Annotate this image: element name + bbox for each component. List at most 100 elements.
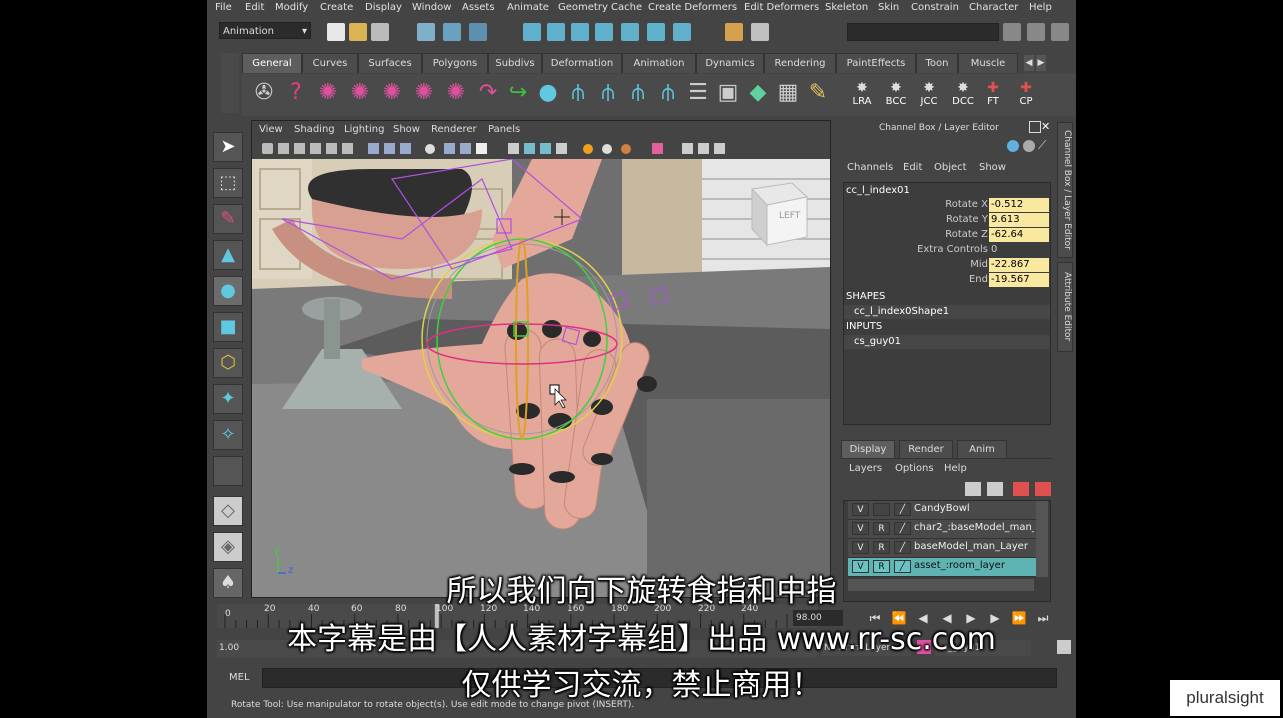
pin-icon[interactable]: ⟋ <box>1038 138 1046 153</box>
tab-painteffects[interactable]: PaintEffects <box>836 53 916 73</box>
joint-icon-2[interactable]: ⫛ <box>594 79 622 107</box>
help-question-icon[interactable]: ? <box>282 79 310 107</box>
viewport-menu-shading[interactable]: Shading <box>294 124 335 135</box>
visibility-toggle[interactable]: V <box>852 541 869 554</box>
tab-rendering[interactable]: Rendering <box>764 53 836 73</box>
perspective-viewport[interactable]: View Shading Lighting Show Renderer Pane… <box>251 120 831 598</box>
shelf-menu-button[interactable] <box>221 53 239 113</box>
move-up-layer-icon[interactable] <box>1013 482 1029 496</box>
channel-value-field[interactable]: -62.64 <box>989 228 1049 242</box>
menu-display[interactable]: Display <box>365 2 402 13</box>
manipulator-tool-icon[interactable]: ⬡ <box>213 348 243 378</box>
menu-create[interactable]: Create <box>320 2 353 13</box>
channel-value-field[interactable]: -19.567 <box>989 273 1049 287</box>
menu-window[interactable]: Window <box>412 2 451 13</box>
move-down-layer-icon[interactable] <box>1035 482 1051 496</box>
history-icon[interactable] <box>647 23 665 41</box>
show-manipulator-icon[interactable]: ✧ <box>213 420 243 450</box>
tab-channel-box[interactable]: Channel Box / Layer Editor <box>1057 122 1073 258</box>
tab-anim-layers[interactable]: Anim <box>957 440 1007 458</box>
shape-row[interactable]: cc_l_index0Shape1 <box>844 305 1050 319</box>
paint-select-tool-icon[interactable]: ✎ <box>213 204 243 234</box>
channel-value-field[interactable]: 0 <box>989 243 1049 257</box>
select-tool-icon[interactable]: ➤ <box>213 132 243 162</box>
panel-layout-icon-3[interactable] <box>1051 23 1069 41</box>
viewport-toolbar-icons[interactable] <box>252 139 830 159</box>
joint-icon-4[interactable]: ⫛ <box>654 79 682 107</box>
quick-select-field[interactable] <box>847 23 999 41</box>
menu-edit-deformers[interactable]: Edit Deformers <box>744 2 819 13</box>
tab-general[interactable]: General <box>242 53 302 73</box>
tab-dynamics[interactable]: Dynamics <box>696 53 764 73</box>
channel-rotate-x[interactable]: Rotate X -0.512 <box>844 198 1050 213</box>
layer-row[interactable]: V R ╱ char2_:baseModel_man_La <box>848 520 1036 539</box>
tab-subdivs[interactable]: Subdivs <box>488 53 542 73</box>
open-scene-icon[interactable] <box>349 23 367 41</box>
menu-edit[interactable]: Edit <box>245 2 264 13</box>
cube-icon[interactable]: ▣ <box>714 79 742 107</box>
sphere-icon[interactable]: ● <box>534 79 562 107</box>
tab-attribute-editor[interactable]: Attribute Editor <box>1057 262 1073 352</box>
display-type-toggle[interactable]: R <box>873 522 890 535</box>
tab-polygons[interactable]: Polygons <box>422 53 488 73</box>
new-layer-selected-icon[interactable] <box>987 482 1003 496</box>
lock-icon[interactable] <box>725 23 743 41</box>
layer-row[interactable]: V ╱ CandyBowl <box>848 501 1036 520</box>
close-icon[interactable]: ✕ <box>1041 120 1050 133</box>
green-arrow-icon[interactable]: ↪ <box>504 79 532 107</box>
snap-surface-icon[interactable] <box>621 23 639 41</box>
input-row[interactable]: cs_guy01 <box>844 335 1050 349</box>
tab-surfaces[interactable]: Surfaces <box>358 53 422 73</box>
new-layer-icon[interactable] <box>965 482 981 496</box>
render-view-icon[interactable] <box>751 23 769 41</box>
move-tool-icon[interactable]: ▲ <box>213 240 243 270</box>
bug-icon-3[interactable]: ✺ <box>378 79 406 107</box>
scale-tool-icon[interactable]: ■ <box>213 312 243 342</box>
selected-object-name[interactable]: cc_l_index01 <box>846 185 910 196</box>
layers-menu[interactable]: Layers <box>849 463 882 474</box>
tab-deformation[interactable]: Deformation <box>542 53 622 73</box>
viewport-menu-lighting[interactable]: Lighting <box>344 124 384 135</box>
render-icon[interactable] <box>673 23 691 41</box>
cube-grey-icon[interactable]: ▦ <box>774 79 802 107</box>
new-scene-icon[interactable] <box>327 23 345 41</box>
float-panel-icon[interactable] <box>1029 121 1041 133</box>
channel-mid[interactable]: Mid -22.867 <box>844 258 1050 273</box>
menu-assets[interactable]: Assets <box>462 2 495 13</box>
channel-rotate-y[interactable]: Rotate Y 9.613 <box>844 213 1050 228</box>
breakdown-icon[interactable] <box>1023 140 1035 152</box>
menu-modify[interactable]: Modify <box>275 2 308 13</box>
display-type-toggle[interactable]: R <box>873 541 890 554</box>
tab-render-layers[interactable]: Render <box>899 440 953 458</box>
shelf-scroll-right-icon[interactable]: ▶ <box>1036 55 1046 71</box>
four-view-layout-icon[interactable]: ◈ <box>213 532 243 562</box>
joint-icon-3[interactable]: ⫛ <box>624 79 652 107</box>
viewport-menu-show[interactable]: Show <box>393 124 420 135</box>
layer-row[interactable]: V R ╱ baseModel_man_Layer <box>848 539 1036 558</box>
layer-color-swatch[interactable]: ╱ <box>894 541 911 554</box>
snap-point-icon[interactable] <box>571 23 589 41</box>
select-hierarchy-icon[interactable] <box>417 23 435 41</box>
channel-value-field[interactable]: -0.512 <box>989 198 1049 212</box>
channel-value-field[interactable]: 9.613 <box>989 213 1049 227</box>
cube-green-icon[interactable]: ◆ <box>744 79 772 107</box>
cb-menu-show[interactable]: Show <box>979 162 1006 173</box>
display-type-toggle[interactable] <box>873 503 890 516</box>
viewport-scene[interactable]: LEFT y z <box>252 158 830 597</box>
tab-curves[interactable]: Curves <box>302 53 358 73</box>
menu-character[interactable]: Character <box>969 2 1018 13</box>
tab-muscle[interactable]: Muscle <box>958 53 1018 73</box>
tab-toon[interactable]: Toon <box>916 53 958 73</box>
bug-icon-4[interactable]: ✺ <box>410 79 438 107</box>
viewport-menu-view[interactable]: View <box>259 124 283 135</box>
soft-mod-tool-icon[interactable]: ✦ <box>213 384 243 414</box>
cb-menu-edit[interactable]: Edit <box>903 162 922 173</box>
menu-set-selector[interactable]: Animation ▾ <box>219 22 311 39</box>
bug-icon[interactable]: ✺ <box>314 79 342 107</box>
channel-extra-controls[interactable]: Extra Controls 0 <box>844 243 1050 258</box>
tab-animation[interactable]: Animation <box>622 53 696 73</box>
menu-help[interactable]: Help <box>1029 2 1052 13</box>
film-reel-icon[interactable]: ✇ <box>250 79 278 107</box>
select-object-icon[interactable] <box>443 23 461 41</box>
cb-menu-object[interactable]: Object <box>934 162 967 173</box>
